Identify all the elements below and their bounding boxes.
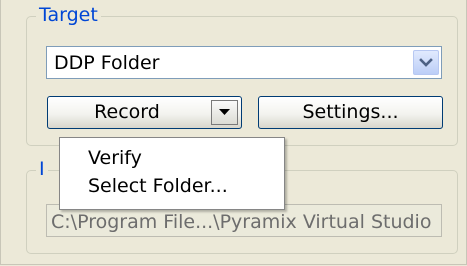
record-button-label: Record bbox=[94, 101, 160, 123]
settings-button[interactable]: Settings... bbox=[258, 96, 443, 129]
dialog-panel: Target DDP Folder Record Settings... I C… bbox=[0, 0, 467, 265]
target-format-value: DDP Folder bbox=[54, 52, 160, 74]
menu-item-verify[interactable]: Verify bbox=[88, 146, 142, 170]
menu-item-select-folder[interactable]: Select Folder... bbox=[88, 174, 228, 198]
record-dropdown-button[interactable] bbox=[211, 100, 238, 125]
target-group-label: Target bbox=[36, 5, 101, 25]
folder-path-value: C:\Program File...\Pyramix Virtual Studi… bbox=[51, 211, 432, 233]
record-split-button[interactable]: Record bbox=[47, 96, 242, 129]
settings-button-label: Settings... bbox=[302, 101, 399, 123]
target-format-dropdown-button[interactable] bbox=[413, 50, 439, 75]
caret-down-icon bbox=[219, 109, 230, 115]
chevron-down-icon bbox=[419, 58, 433, 67]
record-dropdown-menu: Verify Select Folder... bbox=[59, 137, 285, 210]
target-format-select[interactable]: DDP Folder bbox=[46, 46, 442, 79]
info-group-label: I bbox=[36, 159, 48, 179]
